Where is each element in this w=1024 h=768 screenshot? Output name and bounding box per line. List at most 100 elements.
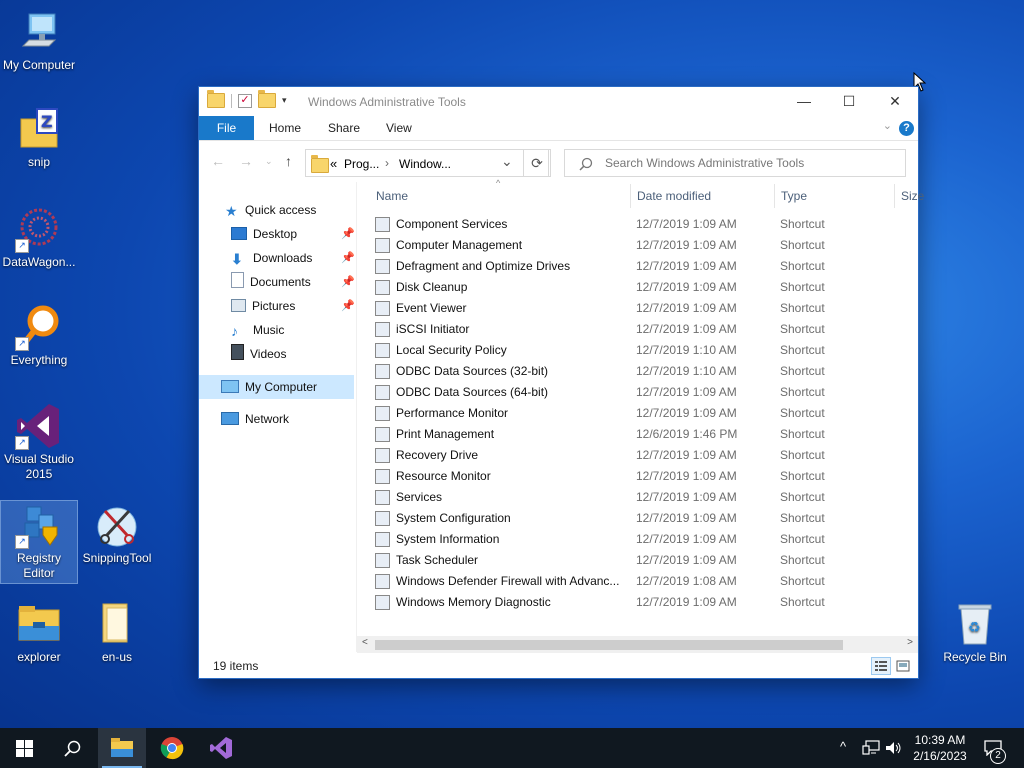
file-row-windows-defender-firewall[interactable]: Windows Defender Firewall with Advanc...… <box>369 571 909 592</box>
file-row-services[interactable]: Services 12/7/2019 1:09 AM Shortcut <box>369 487 909 508</box>
column-name[interactable]: Name <box>376 189 408 203</box>
help-button[interactable]: ? <box>899 121 914 136</box>
pin-icon[interactable]: 📌 <box>341 227 355 240</box>
scrollbar-thumb[interactable] <box>375 640 843 650</box>
minimize-button[interactable]: — <box>781 87 827 116</box>
pin-icon[interactable]: 📌 <box>341 275 355 288</box>
desktop-icon-datawagon[interactable]: ↗ DataWagon... <box>1 205 77 270</box>
file-row-local-security-policy[interactable]: Local Security Policy 12/7/2019 1:10 AM Sh… <box>369 340 909 361</box>
folder-icon <box>207 90 225 108</box>
qat-dropdown-icon[interactable]: ▾ <box>282 95 287 106</box>
desktop-icon-label-line2: 2015 <box>25 467 53 481</box>
desktop-icon-registry-editor[interactable]: ↗ Registry Editor <box>0 500 78 584</box>
nav-documents[interactable]: Documents <box>231 271 311 293</box>
film-icon <box>231 344 244 360</box>
up-button[interactable]: ↑ <box>285 153 292 169</box>
desktop-icon-label: My Computer <box>2 58 76 72</box>
breadcrumb-overflow[interactable]: « <box>330 156 337 171</box>
file-row-computer-management[interactable]: Computer Management 12/7/2019 1:09 AM Shor… <box>369 235 909 256</box>
file-row-print-management[interactable]: Print Management 12/6/2019 1:46 PM Shortcu… <box>369 424 909 445</box>
file-row-component-services[interactable]: Component Services 12/7/2019 1:09 AM Short… <box>369 214 909 235</box>
refresh-button[interactable]: ⟳ <box>523 149 551 177</box>
network-icon[interactable] <box>862 740 880 756</box>
desktop-icon-explorer[interactable]: explorer <box>1 600 77 665</box>
file-row-windows-memory-diagnostic[interactable]: Windows Memory Diagnostic 12/7/2019 1:09 … <box>369 592 909 613</box>
pane-divider[interactable] <box>356 182 357 652</box>
back-button[interactable]: ← <box>211 153 225 169</box>
nav-my-computer[interactable]: My Computer <box>221 376 317 398</box>
address-bar[interactable]: « Prog... › Window... ⌄ <box>305 149 549 177</box>
maximize-button[interactable]: ☐ <box>826 87 872 116</box>
search-box[interactable]: Search Windows Administrative Tools <box>564 149 906 177</box>
breadcrumb-windows-tools[interactable]: Window... <box>399 157 451 171</box>
tab-home[interactable]: Home <box>269 116 301 140</box>
taskbar-clock[interactable]: 10:39 AM 2/16/2023 <box>905 732 975 764</box>
scissors-icon <box>93 501 141 549</box>
scroll-right-icon[interactable]: > <box>907 637 913 648</box>
nav-quick-access[interactable]: ★ Quick access <box>225 199 316 221</box>
column-date-modified[interactable]: Date modified <box>637 189 711 203</box>
ribbon-expand-icon[interactable]: ⌄ <box>883 119 892 132</box>
search-button[interactable] <box>48 728 96 768</box>
file-row-system-configuration[interactable]: System Configuration 12/7/2019 1:09 AM Sho… <box>369 508 909 529</box>
file-row-task-scheduler[interactable]: Task Scheduler 12/7/2019 1:09 AM Shortcut <box>369 550 909 571</box>
desktop-icon-recycle-bin[interactable]: ♻ Recycle Bin <box>937 600 1013 665</box>
nav-videos[interactable]: Videos <box>231 343 286 365</box>
search-input[interactable]: Search Windows Administrative Tools <box>605 156 804 170</box>
breadcrumb-program-data[interactable]: Prog... <box>344 157 379 171</box>
horizontal-scrollbar[interactable]: < > <box>357 636 918 653</box>
column-type[interactable]: Type <box>781 189 807 203</box>
file-row-resource-monitor[interactable]: Resource Monitor 12/7/2019 1:09 AM Shortcu… <box>369 466 909 487</box>
file-row-event-viewer[interactable]: Event Viewer 12/7/2019 1:09 AM Shortcut <box>369 298 909 319</box>
column-size[interactable]: Size <box>901 189 924 203</box>
desktop-icon-label: SnippingTool <box>82 551 152 565</box>
file-row-odbc-64[interactable]: ODBC Data Sources (64-bit) 12/7/2019 1:09… <box>369 382 909 403</box>
pin-icon[interactable]: 📌 <box>341 299 355 312</box>
file-row-defragment[interactable]: Defragment and Optimize Drives 12/7/2019 … <box>369 256 909 277</box>
search-icon <box>64 740 81 757</box>
volume-icon[interactable] <box>885 740 903 756</box>
pin-icon[interactable]: 📌 <box>341 251 355 264</box>
details-view-icon <box>875 661 887 671</box>
taskbar-visual-studio[interactable] <box>197 728 245 768</box>
desktop-icon-snip[interactable]: Z snip <box>1 105 77 170</box>
details-view-button[interactable] <box>871 657 891 675</box>
file-row-iscsi-initiator[interactable]: iSCSI Initiator 12/7/2019 1:09 AM Shortcut <box>369 319 909 340</box>
tab-view[interactable]: View <box>386 116 412 140</box>
large-icons-view-button[interactable] <box>893 657 913 675</box>
desktop-icon-snipping-tool[interactable]: SnippingTool <box>79 501 155 566</box>
tray-overflow-icon[interactable]: ^ <box>840 739 846 754</box>
desktop-icon-label: DataWagon... <box>2 255 76 269</box>
taskbar-file-explorer[interactable] <box>98 728 146 768</box>
tab-share[interactable]: Share <box>328 116 360 140</box>
desktop-icon-my-computer[interactable]: My Computer <box>1 8 77 73</box>
nav-music[interactable]: ♪ Music <box>231 319 284 341</box>
file-row-recovery-drive[interactable]: Recovery Drive 12/7/2019 1:09 AM Shortcut <box>369 445 909 466</box>
start-button[interactable] <box>0 728 48 768</box>
nav-pictures[interactable]: Pictures <box>231 295 295 317</box>
title-bar[interactable]: ✓ ▾ Windows Administrative Tools — ☐ ✕ <box>199 87 918 116</box>
forward-button[interactable]: → <box>239 153 253 169</box>
file-row-system-information[interactable]: System Information 12/7/2019 1:09 AM Short… <box>369 529 909 550</box>
scroll-left-icon[interactable]: < <box>362 637 368 648</box>
close-button[interactable]: ✕ <box>872 87 918 116</box>
desktop-icon-visual-studio[interactable]: ↗ Visual Studio 2015 <box>1 402 77 482</box>
tab-file[interactable]: File <box>199 116 254 140</box>
notification-center-button[interactable]: 2 <box>978 728 1018 768</box>
file-row-odbc-32[interactable]: ODBC Data Sources (32-bit) 12/7/2019 1:10… <box>369 361 909 382</box>
nav-desktop[interactable]: Desktop <box>231 223 297 245</box>
file-row-performance-monitor[interactable]: Performance Monitor 12/7/2019 1:09 AM Shor… <box>369 403 909 424</box>
nav-network[interactable]: Network <box>221 408 289 430</box>
document-icon <box>231 272 244 288</box>
desktop-icon-en-us[interactable]: en-us <box>79 600 155 665</box>
address-dropdown-icon[interactable]: ⌄ <box>501 153 513 170</box>
desktop-icon-everything[interactable]: ↗ Everything <box>1 303 77 368</box>
new-folder-icon[interactable] <box>258 90 276 108</box>
properties-check-icon[interactable]: ✓ <box>238 93 252 108</box>
taskbar-chrome[interactable] <box>148 728 196 768</box>
nav-downloads[interactable]: ⬇ Downloads <box>231 247 312 269</box>
recent-locations-icon[interactable]: ⌄ <box>265 156 273 167</box>
resource-monitor-icon <box>375 469 390 484</box>
desktop-icon <box>231 227 247 240</box>
file-row-disk-cleanup[interactable]: Disk Cleanup 12/7/2019 1:09 AM Shortcut <box>369 277 909 298</box>
